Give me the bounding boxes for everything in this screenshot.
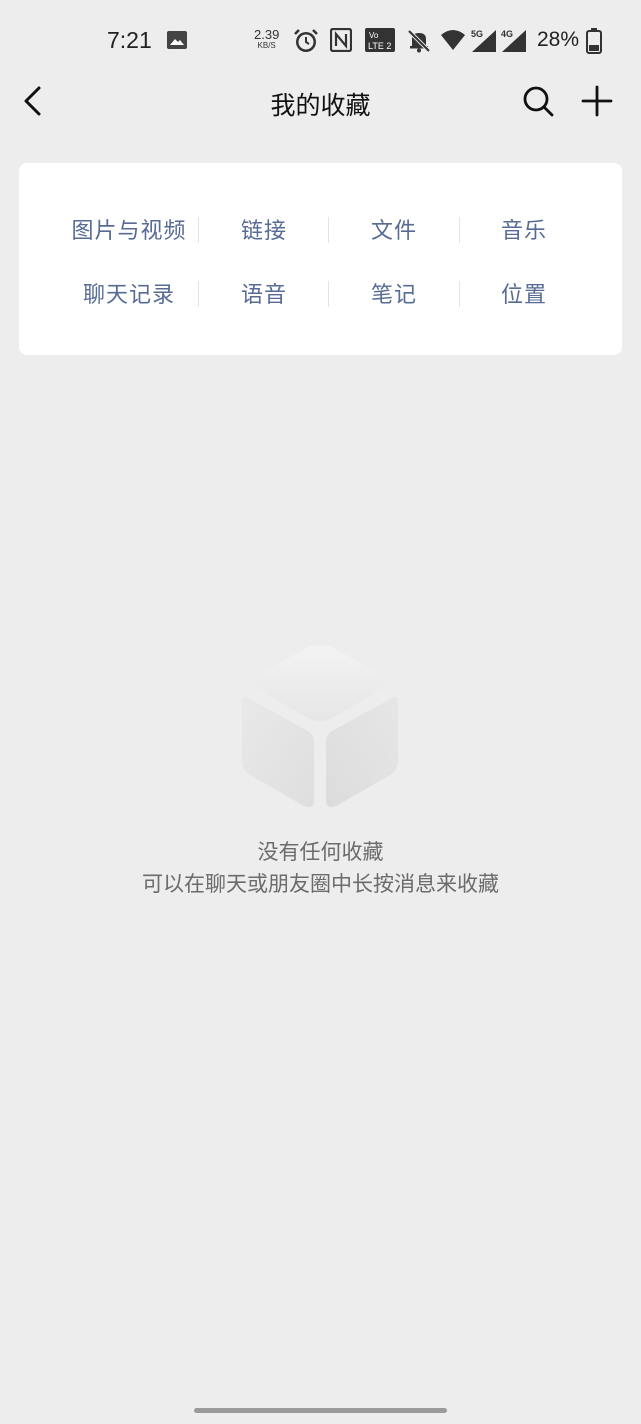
category-files[interactable]: 文件 (329, 209, 459, 249)
category-row-2: 聊天记录 语音 笔记 位置 (19, 273, 622, 313)
volte-icon: Vo LTE 2 (365, 28, 395, 52)
category-card: 图片与视频 链接 文件 音乐 聊天记录 语音 笔记 位置 (19, 163, 622, 355)
category-links[interactable]: 链接 (199, 209, 329, 249)
status-time: 7:21 (107, 27, 152, 53)
wifi-icon (441, 30, 465, 50)
battery-percent: 28% (537, 28, 580, 51)
home-indicator[interactable] (194, 1408, 447, 1413)
mute-icon (407, 29, 431, 53)
network-speed: 2.39 KB/S (254, 28, 279, 50)
svg-text:LTE 2: LTE 2 (368, 41, 391, 51)
svg-text:Vo: Vo (369, 31, 379, 40)
search-icon[interactable] (521, 84, 555, 118)
gallery-icon (167, 31, 187, 49)
signal-5g-icon: 5G (471, 29, 496, 52)
category-music[interactable]: 音乐 (459, 209, 589, 249)
category-photos-videos[interactable]: 图片与视频 (59, 209, 199, 249)
category-notes[interactable]: 笔记 (329, 273, 459, 313)
status-bar: 7:21 2.39 KB/S Vo LTE 2 5G 4G 28% (0, 0, 641, 80)
network-speed-value: 2.39 (254, 27, 280, 42)
empty-state-hint: 可以在聊天或朋友圈中长按消息来收藏 (142, 872, 499, 896)
category-row-1: 图片与视频 链接 文件 音乐 (19, 209, 622, 249)
svg-text:4G: 4G (501, 29, 513, 39)
empty-state-title: 没有任何收藏 (257, 840, 384, 864)
network-speed-unit: KB/S (257, 41, 276, 50)
nfc-icon (330, 28, 352, 52)
category-voice[interactable]: 语音 (199, 273, 329, 313)
category-location[interactable]: 位置 (459, 273, 589, 313)
battery-icon (586, 28, 602, 54)
empty-box-icon (242, 645, 398, 808)
nav-bar: 我的收藏 (0, 70, 641, 134)
signal-4g-icon: 4G (501, 29, 526, 52)
alarm-icon (294, 29, 318, 52)
svg-text:5G: 5G (471, 29, 483, 39)
plus-icon[interactable] (580, 84, 614, 118)
category-chat-history[interactable]: 聊天记录 (59, 273, 199, 313)
